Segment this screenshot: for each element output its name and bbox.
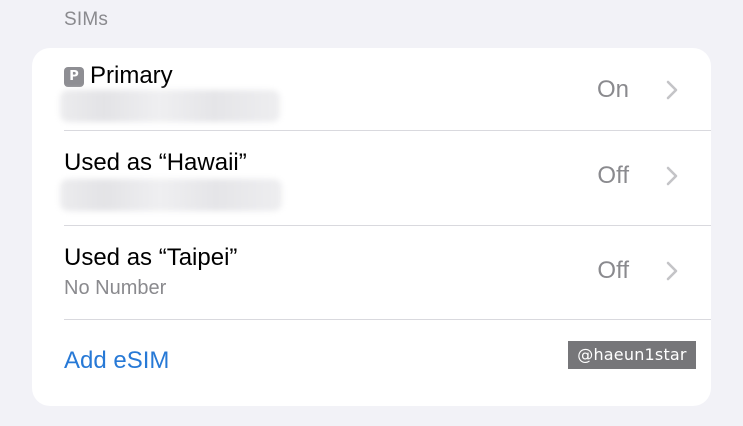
chevron-right-icon	[666, 166, 678, 186]
redacted-number	[60, 90, 280, 122]
sim-title-primary: P Primary	[64, 62, 173, 90]
watermark: @haeun1star	[568, 341, 696, 369]
sim-row-hawaii[interactable]: Used as “Hawaii” Off	[32, 131, 711, 225]
chevron-right-icon	[666, 80, 678, 100]
sim-status-primary: On	[596, 76, 629, 103]
section-header: SIMs	[64, 9, 109, 30]
sim-label-hawaii: Used as “Hawaii”	[64, 149, 247, 176]
add-esim-link[interactable]: Add eSIM	[64, 347, 169, 375]
redacted-number	[60, 179, 282, 211]
sim-status-taipei: Off	[597, 257, 629, 284]
sim-subtitle-taipei: No Number	[64, 277, 167, 299]
sim-row-primary[interactable]: P Primary On	[32, 48, 711, 130]
divider	[64, 319, 711, 320]
sims-card: P Primary On Used as “Hawaii” Off Used as…	[32, 48, 711, 406]
chevron-right-icon	[666, 261, 678, 281]
sim-label-primary: Primary	[90, 62, 173, 89]
primary-badge-icon: P	[64, 67, 84, 87]
sim-label-taipei: Used as “Taipei”	[64, 244, 238, 271]
sim-status-hawaii: Off	[597, 162, 629, 189]
sim-row-taipei[interactable]: Used as “Taipei” No Number Off	[32, 226, 711, 319]
